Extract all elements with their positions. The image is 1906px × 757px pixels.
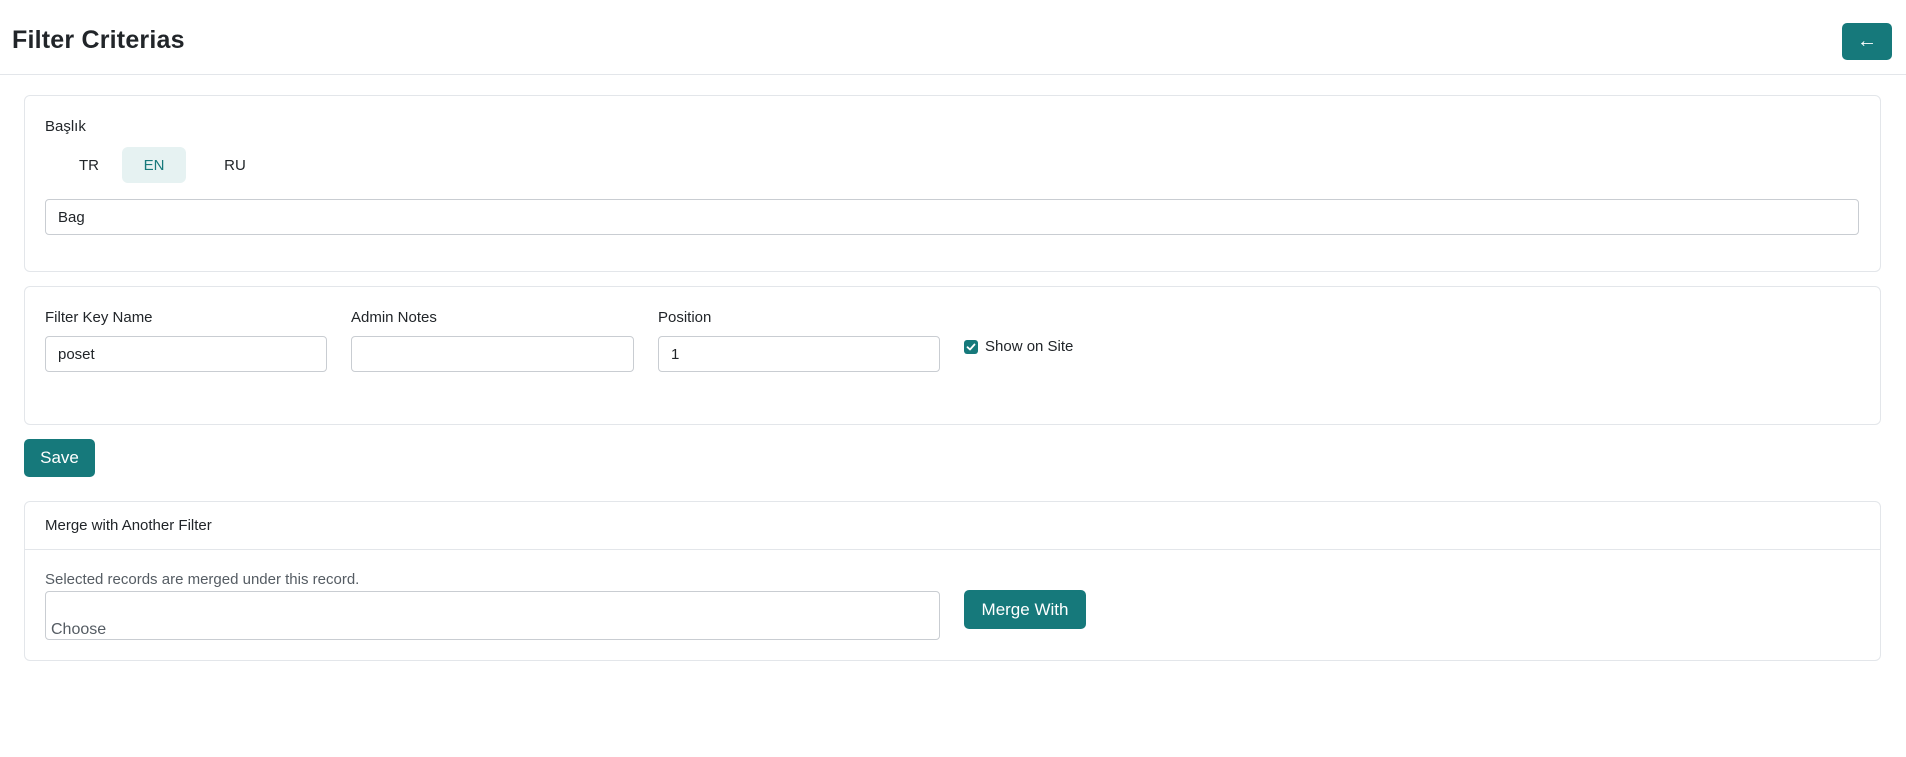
title-label: Başlık <box>45 118 86 135</box>
admin-notes-label: Admin Notes <box>351 309 437 326</box>
merge-select-placeholder: Choose <box>51 621 107 638</box>
merge-card-header <box>25 502 1880 550</box>
show-on-site-label[interactable]: Show on Site <box>985 338 1073 355</box>
filter-key-input[interactable]: poset <box>45 336 327 372</box>
page-title: Filter Criterias <box>12 26 185 54</box>
title-input[interactable]: Bag <box>45 199 1859 235</box>
tab-tr[interactable]: TR <box>57 147 121 183</box>
show-on-site-checkbox[interactable] <box>964 340 978 354</box>
page-header: Filter Criterias ← <box>0 0 1906 75</box>
position-input[interactable]: 1 <box>658 336 940 372</box>
title-card <box>24 95 1881 272</box>
merge-select[interactable]: Choose <box>45 591 940 640</box>
save-button[interactable]: Save <box>24 439 95 477</box>
back-button[interactable]: ← <box>1842 23 1892 60</box>
merge-with-button[interactable]: Merge With <box>964 590 1086 629</box>
position-label: Position <box>658 309 712 326</box>
filter-key-label: Filter Key Name <box>45 309 153 326</box>
tab-ru[interactable]: RU <box>203 147 267 183</box>
arrow-left-icon: ← <box>1857 30 1877 52</box>
merge-heading: Merge with Another Filter <box>45 517 212 534</box>
tab-en[interactable]: EN <box>122 147 186 183</box>
admin-notes-input[interactable] <box>351 336 634 372</box>
merge-help-text: Selected records are merged under this r… <box>45 571 360 588</box>
checkmark-icon <box>966 343 976 351</box>
